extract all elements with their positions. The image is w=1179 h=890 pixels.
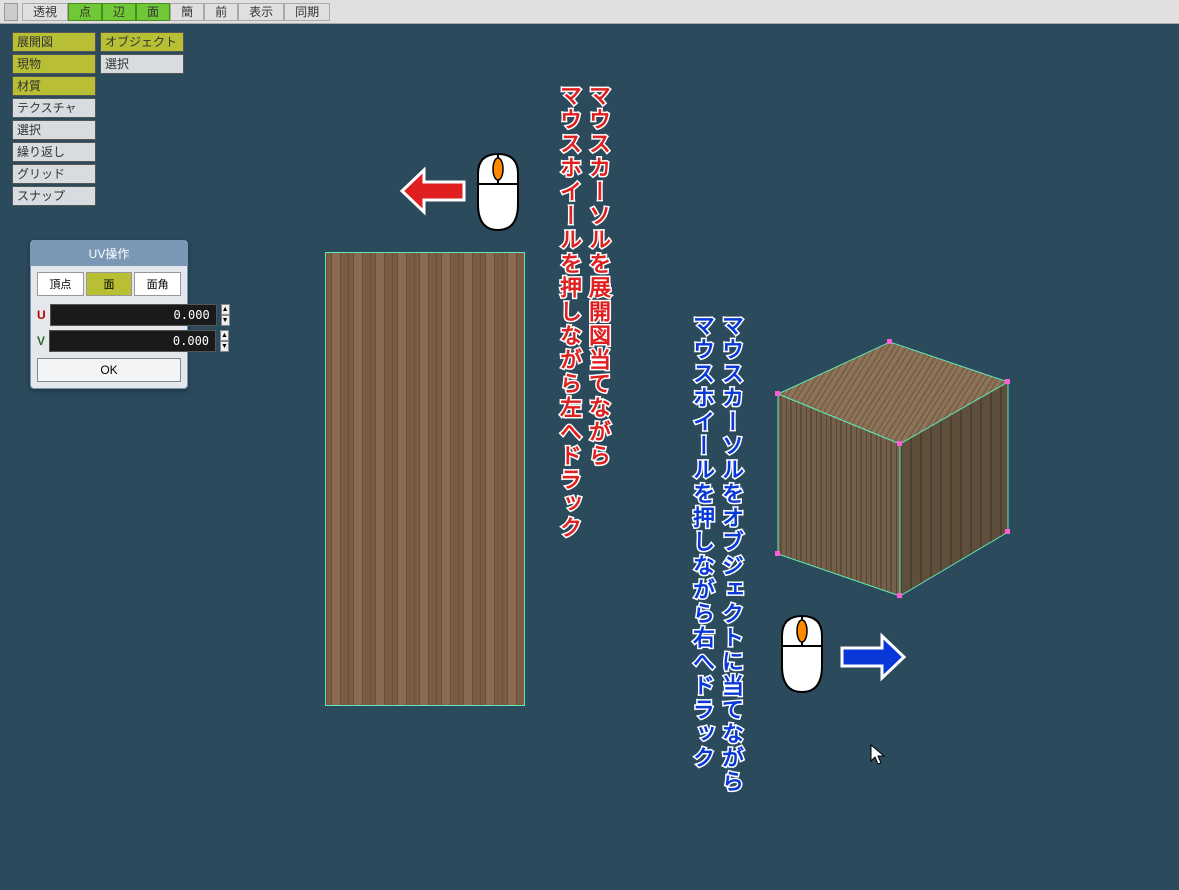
side-btn-texture[interactable]: テクスチャ: [12, 98, 96, 118]
side-btn-repeat[interactable]: 繰り返し: [12, 142, 96, 162]
side-btn-object[interactable]: オブジェクト: [100, 32, 184, 52]
annotation-left-line1: マウスカーソルを展開図当てながら: [582, 84, 614, 468]
spinner-up-icon[interactable]: ▲: [221, 304, 230, 315]
side-btn-unwrap[interactable]: 展開図: [12, 32, 96, 52]
spinner-down-icon[interactable]: ▼: [221, 315, 230, 326]
toolbar-btn-simple[interactable]: 簡: [170, 3, 204, 21]
uv-u-label: U: [37, 308, 46, 322]
toolbar-btn-face[interactable]: 面: [136, 3, 170, 21]
cube-object[interactable]: [760, 334, 1020, 604]
uv-u-spinner[interactable]: ▲▼: [221, 304, 230, 326]
side-btn-select[interactable]: 選択: [100, 54, 184, 74]
uv-tab-vertex[interactable]: 頂点: [37, 272, 84, 296]
uv-panel-title: UV操作: [31, 241, 187, 266]
arrow-right-icon: [838, 632, 908, 682]
uv-tab-face[interactable]: 面: [86, 272, 133, 296]
annotation-left-line2: マウスホイールを押しながら左へドラック: [553, 84, 585, 540]
side-btn-snap[interactable]: スナップ: [12, 186, 96, 206]
mouse-icon-right: [772, 614, 832, 696]
uv-v-label: V: [37, 334, 45, 348]
uv-v-input[interactable]: [49, 330, 216, 352]
side-btn-real[interactable]: 現物: [12, 54, 96, 74]
toolbar-btn-front[interactable]: 前: [204, 3, 238, 21]
uv-unwrap-rect[interactable]: [325, 252, 525, 706]
arrow-left-icon: [398, 166, 468, 216]
mouse-icon-left: [468, 152, 528, 234]
spinner-down-icon[interactable]: ▼: [220, 341, 229, 352]
side-btn-grid[interactable]: グリッド: [12, 164, 96, 184]
uv-ok-button[interactable]: OK: [37, 358, 181, 382]
toolbar-btn-perspective[interactable]: 透視: [22, 3, 68, 21]
wood-texture: [326, 253, 524, 705]
uv-panel[interactable]: UV操作 頂点 面 面角 U ▲▼ V ▲▼ OK: [30, 240, 188, 389]
cursor-icon: [870, 744, 886, 766]
toolbar-btn-point[interactable]: 点: [68, 3, 102, 21]
toolbar: 透視 点 辺 面 簡 前 表示 同期: [0, 0, 1179, 24]
side-panel: 展開図 オブジェクト 現物 選択 材質 テクスチャ 選択 繰り返し グリッド ス…: [12, 32, 184, 208]
toolbar-btn-sync[interactable]: 同期: [284, 3, 330, 21]
spinner-up-icon[interactable]: ▲: [220, 330, 229, 341]
side-btn-material[interactable]: 材質: [12, 76, 96, 96]
app-icon: [4, 3, 18, 21]
annotation-right-line1: マウスカーソルをオブジェクトに当てながら: [715, 314, 747, 794]
uv-u-input[interactable]: [50, 304, 217, 326]
side-btn-select2[interactable]: 選択: [12, 120, 96, 140]
uv-v-spinner[interactable]: ▲▼: [220, 330, 229, 352]
uv-tab-facecorner[interactable]: 面角: [134, 272, 181, 296]
toolbar-btn-edge[interactable]: 辺: [102, 3, 136, 21]
annotation-right-line2: マウスホイールを押しながら右へドラック: [686, 314, 718, 770]
toolbar-btn-display[interactable]: 表示: [238, 3, 284, 21]
